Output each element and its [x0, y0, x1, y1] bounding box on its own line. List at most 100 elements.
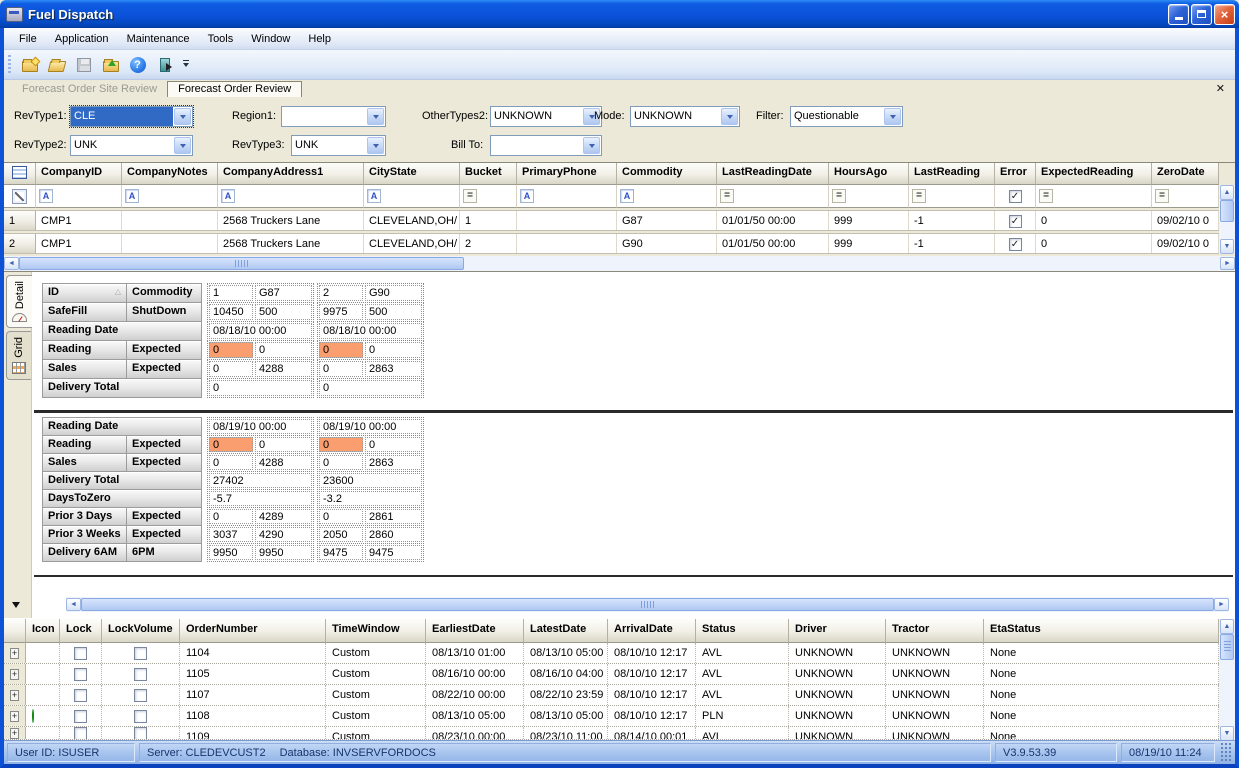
help-button[interactable]: ?: [125, 53, 150, 77]
col-commodity[interactable]: Commodity: [617, 163, 717, 185]
close-button[interactable]: ×: [1214, 4, 1235, 25]
revtype2-combo[interactable]: UNK: [70, 135, 193, 156]
scroll-thumb[interactable]: [1220, 634, 1234, 660]
equals-filter-icon[interactable]: =: [1039, 189, 1053, 203]
menu-file[interactable]: File: [10, 30, 46, 48]
detail-cell[interactable]: 9475: [319, 545, 363, 560]
cell-latestdate[interactable]: 08/13/10 05:00: [524, 643, 608, 663]
cell-commodity[interactable]: G90: [617, 234, 717, 253]
col-companyaddress1[interactable]: CompanyAddress1: [218, 163, 364, 185]
cell-address[interactable]: 2568 Truckers Lane: [218, 211, 364, 230]
filter-bucket[interactable]: =: [460, 185, 517, 208]
detail-cell[interactable]: 2863: [365, 361, 422, 377]
col-arrivaldate[interactable]: ArrivalDate: [608, 619, 696, 643]
cell-phone[interactable]: [517, 211, 617, 230]
toolbar-overflow-button[interactable]: [179, 53, 192, 77]
lock-checkbox[interactable]: [74, 668, 87, 681]
detail-cell[interactable]: 08/18/10 00:00: [319, 323, 422, 339]
row-label[interactable]: Prior 3 Days: [42, 507, 127, 526]
detail-cell[interactable]: 2861: [365, 509, 422, 524]
chevron-down-icon[interactable]: [583, 137, 600, 154]
cell-ordernumber[interactable]: 1107: [180, 685, 326, 705]
cell-zerodate[interactable]: 09/02/10 0: [1152, 234, 1219, 253]
error-checkbox[interactable]: ✓: [1009, 215, 1022, 228]
col-companyid[interactable]: CompanyID: [36, 163, 122, 185]
col-error[interactable]: Error: [995, 163, 1036, 185]
cell-tractor[interactable]: UNKNOWN: [886, 664, 984, 684]
revtype1-combo[interactable]: CLE: [70, 106, 193, 127]
filter-companynotes[interactable]: A: [122, 185, 218, 208]
row-label[interactable]: Delivery 6AM: [42, 543, 127, 562]
reading-alert-cell[interactable]: 0: [319, 342, 363, 358]
cell-arrivaldate[interactable]: 08/10/10 12:17: [608, 706, 696, 726]
row-label[interactable]: Sales: [42, 359, 127, 379]
lockvolume-checkbox[interactable]: [134, 668, 147, 681]
company-row[interactable]: 1 CMP1 2568 Truckers Lane CLEVELAND,OH/ …: [4, 210, 1219, 231]
mode-combo[interactable]: UNKNOWN: [630, 106, 740, 127]
chevron-down-icon[interactable]: [174, 108, 191, 125]
row-label[interactable]: Expected: [126, 507, 202, 526]
filter-lastreading[interactable]: =: [909, 185, 995, 208]
expand-icon[interactable]: +: [10, 669, 19, 680]
col-companynotes[interactable]: CompanyNotes: [122, 163, 218, 185]
reading-alert-cell[interactable]: 0: [319, 437, 363, 452]
filter-commodity[interactable]: A: [617, 185, 717, 208]
cell-bucket[interactable]: 1: [460, 211, 517, 230]
resize-grip[interactable]: [1219, 743, 1232, 762]
cell-status[interactable]: AVL: [696, 664, 789, 684]
detail-cell[interactable]: 9950: [209, 545, 253, 560]
open-button[interactable]: [44, 53, 69, 77]
col-latestdate[interactable]: LatestDate: [524, 619, 608, 643]
detail-cell[interactable]: 4288: [255, 455, 312, 470]
main-grid-horizontal-scrollbar[interactable]: ◄ ►: [4, 256, 1235, 271]
cell-phone[interactable]: [517, 234, 617, 253]
detail-cell[interactable]: 2: [319, 285, 363, 301]
grid-corner-button[interactable]: [4, 163, 36, 185]
menu-help[interactable]: Help: [299, 30, 340, 48]
text-filter-icon[interactable]: A: [367, 189, 381, 203]
reading-alert-cell[interactable]: 0: [209, 342, 253, 358]
cell-lastreading[interactable]: -1: [909, 234, 995, 253]
cell-ordernumber[interactable]: 1104: [180, 643, 326, 663]
lockvolume-checkbox[interactable]: [134, 727, 147, 739]
col-earliestdate[interactable]: EarliestDate: [426, 619, 524, 643]
detail-cell[interactable]: 0: [319, 361, 363, 377]
chevron-down-icon[interactable]: [721, 108, 738, 125]
text-filter-icon[interactable]: A: [620, 189, 634, 203]
chevron-down-icon[interactable]: [367, 108, 384, 125]
detail-cell[interactable]: 0: [209, 361, 253, 377]
chevron-down-icon[interactable]: [884, 108, 901, 125]
cell-hoursago[interactable]: 999: [829, 234, 909, 253]
detail-cell[interactable]: 9950: [255, 545, 312, 560]
col-lockvolume[interactable]: LockVolume: [102, 619, 180, 643]
filter-citystate[interactable]: A: [364, 185, 460, 208]
col-lastreadingdate[interactable]: LastReadingDate: [717, 163, 829, 185]
text-filter-icon[interactable]: A: [221, 189, 235, 203]
equals-filter-icon[interactable]: =: [1155, 189, 1169, 203]
row-header[interactable]: 2: [4, 234, 36, 253]
scroll-down-icon[interactable]: ▼: [1220, 239, 1234, 254]
col-ordernumber[interactable]: OrderNumber: [180, 619, 326, 643]
row-label[interactable]: Delivery Total: [42, 378, 202, 398]
row-label[interactable]: Expected: [126, 359, 202, 379]
detail-cell[interactable]: 23600: [319, 473, 422, 488]
detail-cell[interactable]: 0: [209, 380, 312, 396]
cell-companyid[interactable]: CMP1: [36, 234, 122, 253]
new-button[interactable]: [17, 53, 42, 77]
region1-combo[interactable]: [281, 106, 386, 127]
cell-companynotes[interactable]: [122, 234, 218, 253]
cell-etastatus[interactable]: None: [984, 664, 1219, 684]
chevron-down-icon[interactable]: [367, 137, 384, 154]
detail-cell[interactable]: 3037: [209, 527, 253, 542]
cell-timewindow[interactable]: Custom: [326, 685, 426, 705]
cell-citystate[interactable]: CLEVELAND,OH/: [364, 234, 460, 253]
text-filter-icon[interactable]: A: [520, 189, 534, 203]
order-row[interactable]: + 1105 Custom 08/16/10 00:00 08/16/10 04…: [4, 664, 1219, 685]
scroll-up-icon[interactable]: ▲: [1220, 619, 1234, 634]
error-checkbox[interactable]: ✓: [1009, 238, 1022, 251]
row-label[interactable]: Reading: [42, 340, 127, 360]
col-driver[interactable]: Driver: [789, 619, 886, 643]
detail-horizontal-scrollbar[interactable]: ◄ ►: [66, 597, 1229, 612]
lockvolume-checkbox[interactable]: [134, 689, 147, 702]
cell-arrivaldate[interactable]: 08/14/10 00:01: [608, 727, 696, 739]
